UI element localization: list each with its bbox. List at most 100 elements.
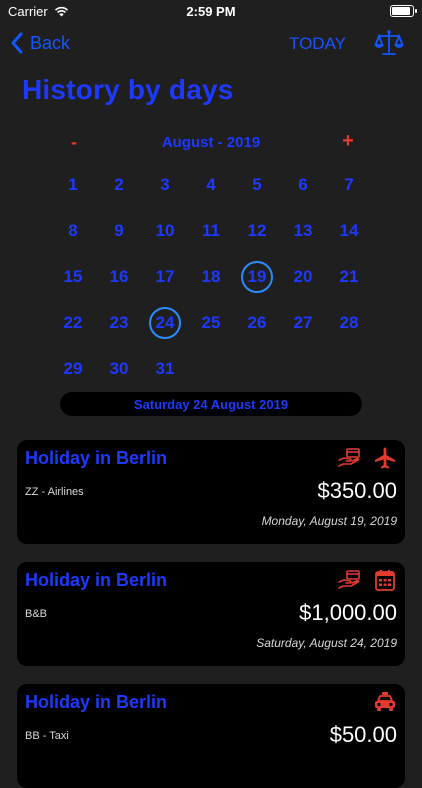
calendar-day-label: 23 — [109, 313, 129, 332]
calendar-day[interactable]: 23 — [96, 300, 142, 346]
calendar-day[interactable]: 28 — [326, 300, 372, 346]
calendar-day[interactable]: 12 — [234, 208, 280, 254]
balance-scale-icon — [374, 30, 404, 55]
calendar-day-label: 13 — [293, 221, 313, 240]
calendar-day[interactable]: 31 — [142, 346, 188, 392]
back-label: Back — [30, 32, 71, 53]
expense-icons — [337, 446, 397, 470]
battery-level — [392, 7, 411, 15]
status-bar: Carrier 2:59 PM — [0, 0, 422, 22]
calendar-day[interactable]: 3 — [142, 162, 188, 208]
calendar-day[interactable]: 10 — [142, 208, 188, 254]
calendar-day[interactable]: 19 — [234, 254, 280, 300]
calendar-day[interactable]: 22 — [50, 300, 96, 346]
expense-title: Holiday in Berlin — [25, 692, 168, 712]
calendar-day-label: 5 — [252, 175, 262, 194]
expense-amount: $1,000.00 — [299, 600, 397, 625]
calendar-day-label: 20 — [293, 267, 313, 286]
calendar-day[interactable]: 16 — [96, 254, 142, 300]
calendar-day[interactable]: 4 — [188, 162, 234, 208]
selected-date-label: Saturday 24 August 2019 — [60, 392, 362, 416]
calendar-day[interactable]: 21 — [326, 254, 372, 300]
calendar-day-label: 1 — [68, 175, 78, 194]
calendar-day-label: 7 — [344, 175, 354, 194]
expense-card[interactable]: Holiday in Berlin BB - Taxi $50.00 — [17, 684, 405, 788]
calendar-day-label: 27 — [293, 313, 313, 332]
status-time: 2:59 PM — [186, 4, 236, 19]
expense-title: Holiday in Berlin — [25, 570, 168, 590]
calendar-day-label: 10 — [155, 221, 175, 240]
calendar-day[interactable]: 29 — [50, 346, 96, 392]
calendar-day[interactable]: 5 — [234, 162, 280, 208]
calendar-day[interactable]: 18 — [188, 254, 234, 300]
calendar-day[interactable]: 7 — [326, 162, 372, 208]
calendar-icon — [375, 570, 395, 591]
calendar-day[interactable]: 27 — [280, 300, 326, 346]
calendar-day[interactable]: 17 — [142, 254, 188, 300]
month-label: August - 2019 — [161, 134, 261, 151]
calendar: - August - 2019 + 1 2 3 4 5 6 7 8 9 10 11 12 13 14 15 1… — [0, 130, 422, 378]
calendar-day-label: 15 — [63, 267, 83, 286]
calendar-day-label: 25 — [201, 313, 221, 332]
calendar-day-label: 14 — [339, 221, 359, 240]
payment-icon — [338, 448, 360, 467]
calendar-day[interactable]: 26 — [234, 300, 280, 346]
next-month-button[interactable]: + — [338, 130, 358, 153]
calendar-day-label: 8 — [68, 221, 78, 240]
calendar-day-label: 21 — [339, 267, 359, 286]
calendar-day-label: 2 — [114, 175, 124, 194]
calendar-day[interactable]: 24 — [142, 300, 188, 346]
calendar-day-label: 17 — [155, 267, 175, 286]
calendar-day-label: 3 — [160, 175, 170, 194]
calendar-day[interactable]: 20 — [280, 254, 326, 300]
payment-icon — [338, 570, 360, 589]
calendar-day-label: 18 — [201, 267, 221, 286]
calendar-day[interactable]: 9 — [96, 208, 142, 254]
calendar-day-label: 19 — [241, 261, 273, 293]
calendar-day-label: 28 — [339, 313, 359, 332]
calendar-day-label: 22 — [63, 313, 83, 332]
expense-subtitle: BB - Taxi — [25, 730, 69, 742]
calendar-day-label: 26 — [247, 313, 267, 332]
nav-bar: Back TODAY — [0, 24, 422, 64]
calendar-grid: 1 2 3 4 5 6 7 8 9 10 11 12 13 14 15 16 17 18 19 20 21 22 23 24 2… — [50, 162, 372, 392]
taxi-icon — [375, 692, 395, 711]
today-button[interactable]: TODAY — [289, 34, 346, 54]
calendar-day[interactable]: 15 — [50, 254, 96, 300]
battery-icon — [390, 5, 417, 17]
page-title: History by days — [22, 74, 234, 105]
calendar-day[interactable]: 8 — [50, 208, 96, 254]
calendar-day[interactable]: 11 — [188, 208, 234, 254]
calendar-day-label: 30 — [109, 359, 129, 378]
expense-title: Holiday in Berlin — [25, 448, 168, 468]
calendar-day[interactable]: 30 — [96, 346, 142, 392]
calendar-day[interactable]: 13 — [280, 208, 326, 254]
calendar-day-label: 9 — [114, 221, 124, 240]
chevron-left-icon — [11, 32, 23, 54]
airplane-icon — [375, 447, 395, 469]
calendar-day[interactable]: 6 — [280, 162, 326, 208]
calendar-day[interactable]: 1 — [50, 162, 96, 208]
back-button[interactable]: Back — [10, 32, 70, 54]
expense-amount: $50.00 — [329, 722, 397, 747]
calendar-day-label: 24 — [149, 307, 181, 339]
expense-card[interactable]: Holiday in Berlin ZZ - Airlines $350.00 … — [17, 440, 405, 544]
calendar-day-label: 12 — [247, 221, 267, 240]
calendar-header: - August - 2019 + — [0, 130, 422, 156]
calendar-day-label: 6 — [298, 175, 308, 194]
expense-icons — [337, 568, 397, 592]
expense-card[interactable]: Holiday in Berlin B&B $1,000.00 Saturday… — [17, 562, 405, 666]
calendar-day-label: 16 — [109, 267, 129, 286]
calendar-day-label: 31 — [155, 359, 175, 378]
calendar-day[interactable]: 2 — [96, 162, 142, 208]
calendar-day-label: 11 — [202, 221, 220, 240]
expense-date: Saturday, August 24, 2019 — [256, 636, 397, 650]
calendar-day-label: 4 — [206, 175, 216, 194]
scale-button[interactable] — [374, 28, 404, 58]
expense-subtitle: ZZ - Airlines — [25, 486, 84, 498]
expense-icons — [373, 690, 397, 714]
calendar-day-label: 29 — [63, 359, 83, 378]
calendar-day[interactable]: 14 — [326, 208, 372, 254]
expense-subtitle: B&B — [25, 608, 48, 620]
calendar-day[interactable]: 25 — [188, 300, 234, 346]
